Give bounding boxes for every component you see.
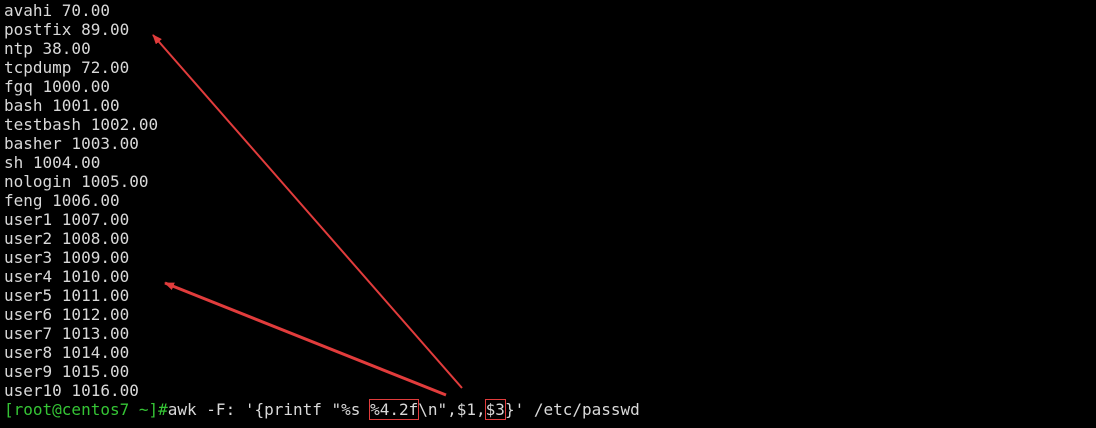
output-line: ntp 38.00 (4, 39, 91, 58)
output-line: user2 1008.00 (4, 229, 130, 248)
output-line: tcpdump 72.00 (4, 58, 130, 77)
command-text-part1: awk -F: '{printf "%s (167, 400, 371, 419)
output-line: bash 1001.00 (4, 96, 120, 115)
output-line: user4 1010.00 (4, 267, 130, 286)
output-line: feng 1006.00 (4, 191, 120, 210)
format-spec-highlight: %4.2f (369, 399, 420, 420)
output-line: basher 1003.00 (4, 134, 139, 153)
terminal-output: avahi 70.00 postfix 89.00 ntp 38.00 tcpd… (4, 1, 158, 400)
shell-prompt: [root@centos7 ~]# (4, 400, 168, 419)
field-ref-highlight: $3 (484, 399, 506, 420)
output-line: postfix 89.00 (4, 20, 130, 39)
command-text-part3: }' /etc/passwd (504, 400, 640, 419)
arrow-to-user4-annotation (164, 281, 447, 397)
command-line[interactable]: [root@centos7 ~]#awk -F: '{printf "%s %4… (4, 399, 640, 420)
output-line: avahi 70.00 (4, 1, 110, 20)
command-text-part2: \n",$1, (418, 400, 486, 419)
output-line: nologin 1005.00 (4, 172, 149, 191)
annotation-overlay (152, 34, 463, 397)
output-line: user7 1013.00 (4, 324, 130, 343)
output-line: user8 1014.00 (4, 343, 130, 362)
output-line: sh 1004.00 (4, 153, 101, 172)
output-line: user9 1015.00 (4, 362, 130, 381)
output-line: user6 1012.00 (4, 305, 130, 324)
terminal-window[interactable]: avahi 70.00 postfix 89.00 ntp 38.00 tcpd… (0, 0, 1096, 428)
output-line: user5 1011.00 (4, 286, 130, 305)
output-line: fgq 1000.00 (4, 77, 110, 96)
output-line: user10 1016.00 (4, 381, 139, 400)
arrow-to-postfix-annotation (152, 34, 463, 389)
output-line: user3 1009.00 (4, 248, 130, 267)
output-line: user1 1007.00 (4, 210, 130, 229)
output-line: testbash 1002.00 (4, 115, 159, 134)
